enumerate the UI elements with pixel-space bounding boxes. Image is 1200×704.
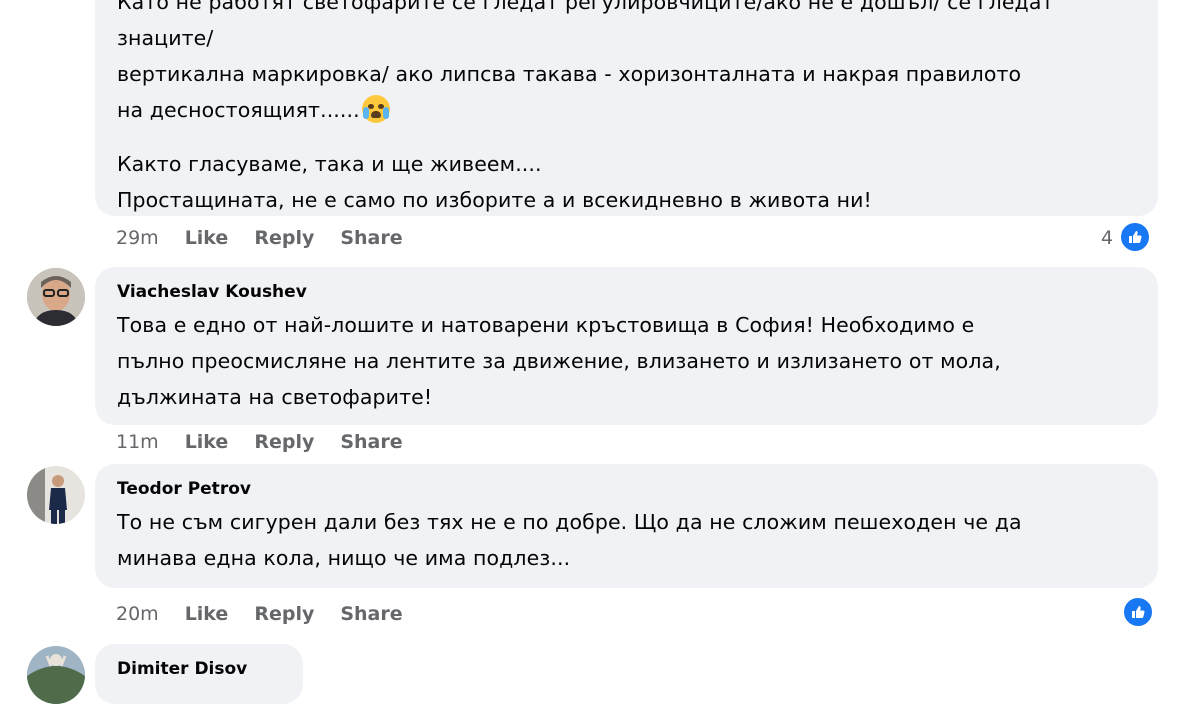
comment-actions-1: 29m Like Reply Share xyxy=(116,227,429,249)
avatar[interactable] xyxy=(27,646,85,704)
comment-text-line: вертикална маркировка/ ако липсва такава… xyxy=(117,62,1022,86)
comment-text-line: пълно преосмисляне на лентите за движени… xyxy=(117,349,1001,373)
reply-button[interactable]: Reply xyxy=(254,431,314,453)
like-reaction-icon[interactable] xyxy=(1119,221,1151,253)
avatar[interactable] xyxy=(27,268,85,326)
reply-button[interactable]: Reply xyxy=(254,227,314,249)
comment-bubble-2: Viacheslav Koushev Това е едно от най-ло… xyxy=(95,267,1158,425)
comment-text-line: дължината на светофарите! xyxy=(117,385,433,409)
timestamp[interactable]: 20m xyxy=(116,603,159,625)
share-button[interactable]: Share xyxy=(340,227,402,249)
like-button[interactable]: Like xyxy=(185,603,229,625)
comment-bubble-1: Като не работят светофарите се гледат ре… xyxy=(95,0,1158,216)
comment-text-line: Това е едно от най-лошите и натоварени к… xyxy=(117,313,975,337)
reply-button[interactable]: Reply xyxy=(254,603,314,625)
share-button[interactable]: Share xyxy=(340,431,402,453)
crying-face-icon xyxy=(361,95,390,123)
like-reaction-icon[interactable] xyxy=(1122,596,1154,628)
comment-bubble-3: Teodor Petrov То не съм сигурен дали без… xyxy=(95,464,1158,588)
comment-text-line: на десностоящият...... xyxy=(117,92,1158,128)
comment-text-line: знаците/ xyxy=(117,26,214,50)
comment-author[interactable]: Viacheslav Koushev xyxy=(117,281,1158,303)
comment-text-line: Както гласуваме, така и ще живеем.... xyxy=(117,152,542,176)
comment-actions-2: 11m Like Reply Share xyxy=(116,431,429,453)
share-button[interactable]: Share xyxy=(340,603,402,625)
comment-text-line: Като не работят светофарите се гледат ре… xyxy=(117,0,1054,14)
comment-author[interactable]: Teodor Petrov xyxy=(117,478,1158,500)
avatar[interactable] xyxy=(27,466,85,524)
comment-author[interactable]: Dimiter Disov xyxy=(117,658,303,680)
comment-actions-3: 20m Like Reply Share xyxy=(116,603,429,625)
comment-bubble-4: Dimiter Disov xyxy=(95,644,303,704)
comment-text-span: на десностоящият...... xyxy=(117,98,360,122)
like-button[interactable]: Like xyxy=(185,227,229,249)
comment-text-line: То не съм сигурен дали без тях не е по д… xyxy=(117,510,1022,534)
comment-text-line: минава една кола, нищо че има подлез... xyxy=(117,546,571,570)
timestamp[interactable]: 11m xyxy=(116,431,159,453)
reaction-count[interactable]: 4 xyxy=(1101,227,1113,249)
like-button[interactable]: Like xyxy=(185,431,229,453)
comment-text-line: Простащината, не е само по изборите а и … xyxy=(117,188,872,212)
timestamp[interactable]: 29m xyxy=(116,227,159,249)
